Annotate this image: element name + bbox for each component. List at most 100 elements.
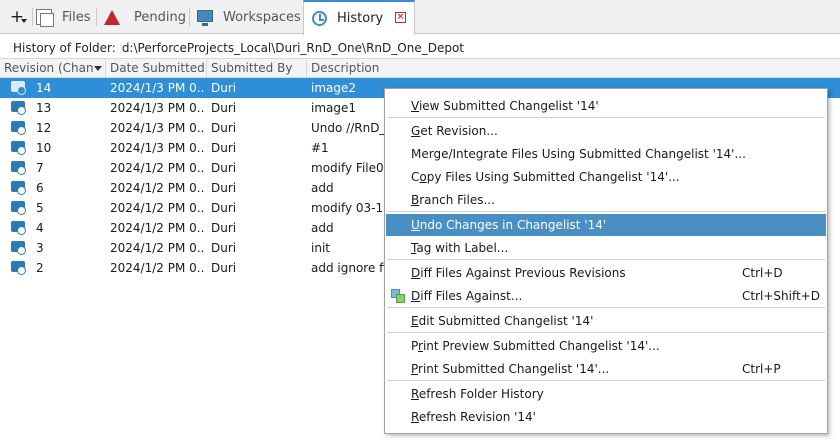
menu-item-label: Get Revision... [411, 124, 498, 138]
user-cell: Duri [211, 161, 237, 175]
menu-item-label: Branch Files... [411, 193, 495, 207]
date-cell: 2024/1/3 PM 0... [110, 101, 205, 115]
menu-separator [387, 307, 825, 308]
column-date-label: Date Submitted [110, 61, 205, 75]
menu-item-label: Refresh Folder History [411, 387, 544, 401]
menu-separator [387, 332, 825, 333]
date-cell: 2024/1/3 PM 0... [110, 141, 205, 155]
user-cell: Duri [211, 101, 237, 115]
tab-history[interactable]: History × [303, 0, 415, 35]
tab-files[interactable]: Files [36, 0, 96, 34]
menu-item-label: Merge/Integrate Files Using Submitted Ch… [411, 147, 746, 161]
tab-workspaces[interactable]: Workspaces [197, 0, 301, 34]
date-cell: 2024/1/3 PM 0... [110, 81, 205, 95]
revision-cell: 5 [36, 201, 44, 215]
menu-item-label: View Submitted Changelist '14' [411, 99, 599, 113]
menu-separator [387, 380, 825, 381]
date-cell: 2024/1/2 PM 0... [110, 221, 205, 235]
menu-item-refresh-folder-history[interactable]: Refresh Folder History [386, 383, 826, 405]
tab-divider [32, 8, 33, 26]
date-cell: 2024/1/3 PM 0... [110, 121, 205, 135]
menu-item-label: Diff Files Against Previous Revisions [411, 266, 626, 280]
menu-item-get-revision[interactable]: Get Revision... [386, 120, 826, 142]
changelist-icon [11, 261, 27, 275]
folder-path-label: History of Folder: [13, 41, 116, 55]
menu-item-label: Print Preview Submitted Changelist '14'.… [411, 339, 660, 353]
column-description[interactable]: Description [307, 59, 840, 78]
date-cell: 2024/1/2 PM 0... [110, 261, 205, 275]
menu-item-shortcut: Ctrl+P [742, 362, 781, 376]
dropdown-caret-icon [21, 19, 27, 23]
column-user-label: Submitted By [211, 61, 293, 75]
menu-item-label: Print Submitted Changelist '14'... [411, 362, 610, 376]
diff-icon [391, 289, 405, 303]
changelist-icon [11, 201, 27, 215]
revision-cell: 7 [36, 161, 44, 175]
menu-item-label: Copy Files Using Submitted Changelist '1… [411, 170, 680, 184]
menu-item-merge-integrate[interactable]: Merge/Integrate Files Using Submitted Ch… [386, 143, 826, 165]
revision-cell: 6 [36, 181, 44, 195]
changelist-icon [11, 101, 27, 115]
changelist-icon [11, 221, 27, 235]
tab-bar: + Files Pending Workspaces History × [0, 0, 840, 35]
table-header: Revision (Chan Date Submitted Submitted … [0, 58, 840, 78]
menu-item-diff-previous[interactable]: Diff Files Against Previous Revisions Ctr… [386, 262, 826, 284]
revision-cell: 2 [36, 261, 44, 275]
date-cell: 2024/1/2 PM 0... [110, 181, 205, 195]
menu-item-diff-against[interactable]: Diff Files Against... Ctrl+Shift+D [386, 285, 826, 307]
user-cell: Duri [211, 141, 237, 155]
column-revision-label: Revision (Chan [4, 61, 94, 75]
column-submitted-by[interactable]: Submitted By [207, 59, 307, 78]
changelist-icon [11, 121, 27, 135]
menu-item-edit-changelist[interactable]: Edit Submitted Changelist '14' [386, 310, 826, 332]
tab-divider [96, 8, 97, 26]
folder-path-bar: History of Folder: d:\PerforceProjects_Lo… [0, 38, 840, 58]
menu-separator [387, 259, 825, 260]
date-cell: 2024/1/2 PM 0... [110, 161, 205, 175]
column-date-submitted[interactable]: Date Submitted [106, 59, 207, 78]
user-cell: Duri [211, 81, 237, 95]
menu-item-label: Tag with Label... [411, 241, 509, 255]
pending-icon [104, 9, 120, 25]
history-icon [312, 11, 327, 26]
add-button[interactable]: + [6, 6, 28, 28]
user-cell: Duri [211, 201, 237, 215]
tab-history-label: History [337, 11, 384, 26]
workspaces-icon [197, 10, 213, 26]
date-cell: 2024/1/2 PM 0... [110, 201, 205, 215]
menu-separator [387, 117, 825, 118]
column-description-label: Description [311, 61, 380, 75]
user-cell: Duri [211, 261, 237, 275]
menu-item-print-changelist[interactable]: Print Submitted Changelist '14'... Ctrl+P [386, 358, 826, 380]
menu-item-undo-changes[interactable]: Undo Changes in Changelist '14' [386, 214, 826, 236]
menu-item-print-preview[interactable]: Print Preview Submitted Changelist '14'.… [386, 335, 826, 357]
revision-cell: 10 [36, 141, 52, 155]
menu-separator [387, 211, 825, 212]
tab-files-label: Files [62, 9, 91, 25]
user-cell: Duri [211, 181, 237, 195]
menu-item-label: Refresh Revision '14' [411, 410, 536, 424]
tab-pending[interactable]: Pending [104, 0, 189, 34]
column-revision[interactable]: Revision (Chan [0, 59, 106, 78]
close-tab-icon[interactable]: × [395, 12, 406, 23]
plus-icon: + [9, 7, 25, 27]
revision-cell: 14 [36, 81, 52, 95]
menu-item-branch-files[interactable]: Branch Files... [386, 189, 826, 211]
revision-cell: 13 [36, 101, 52, 115]
changelist-icon [11, 241, 27, 255]
menu-item-tag-with-label[interactable]: Tag with Label... [386, 237, 826, 259]
user-cell: Duri [211, 241, 237, 255]
sort-descending-icon [94, 66, 102, 71]
revision-cell: 4 [36, 221, 44, 235]
changelist-icon [11, 141, 27, 155]
menu-item-shortcut: Ctrl+Shift+D [742, 289, 820, 303]
menu-item-shortcut: Ctrl+D [742, 266, 783, 280]
changelist-icon [11, 81, 27, 95]
tab-pending-label: Pending [134, 9, 186, 25]
menu-item-copy-files[interactable]: Copy Files Using Submitted Changelist '1… [386, 166, 826, 188]
menu-item-refresh-revision[interactable]: Refresh Revision '14' [386, 406, 826, 428]
files-icon [36, 9, 54, 27]
menu-item-view-changelist[interactable]: View Submitted Changelist '14' [386, 95, 826, 117]
revision-cell: 12 [36, 121, 52, 135]
folder-path: d:\PerforceProjects_Local\Duri_RnD_One\R… [121, 41, 464, 55]
